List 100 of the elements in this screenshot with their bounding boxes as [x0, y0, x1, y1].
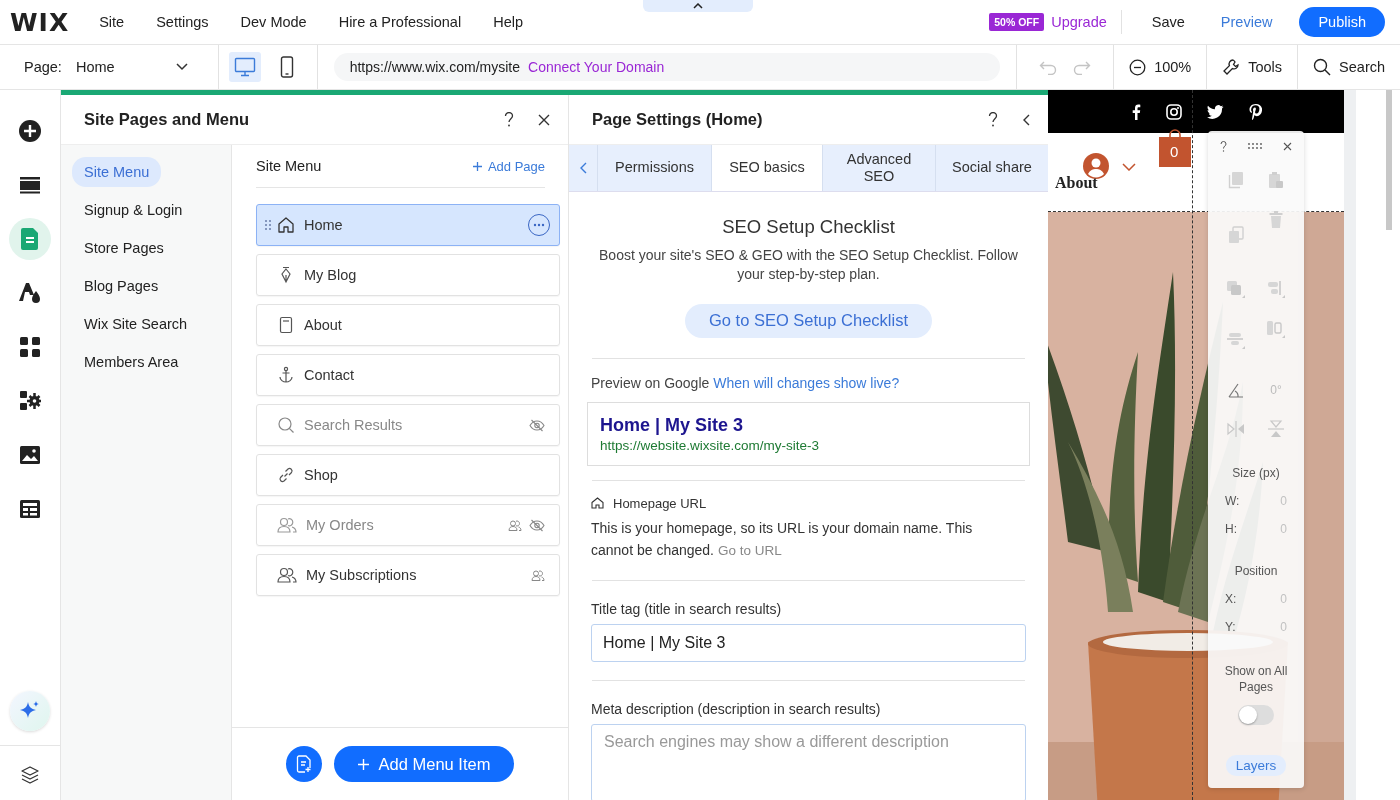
scrollbar[interactable] [1386, 90, 1392, 230]
tab[interactable]: SEO basics [712, 145, 823, 191]
preview-title: Home | My Site 3 [600, 414, 745, 436]
zoom-button[interactable]: 100% [1114, 45, 1207, 89]
squares-gear-icon [19, 390, 41, 412]
tab[interactable]: Social share [936, 145, 1048, 191]
category-item[interactable]: Blog Pages [72, 271, 171, 301]
category-item[interactable]: Members Area [72, 347, 191, 377]
category-item[interactable]: Site Menu [72, 157, 162, 187]
search-icon [1313, 58, 1332, 76]
meta-description-field[interactable]: Search engines may show a different description [591, 723, 1026, 800]
page-item[interactable]: Search Results [256, 404, 560, 446]
close-icon[interactable] [1283, 141, 1292, 151]
info-text: This is your homepage, so its URL is your domain name. This cannot be changed. Go to URL [591, 518, 974, 561]
page-item[interactable]: About [256, 304, 560, 346]
checklist-button[interactable]: Go to SEO Setup Checklist [685, 303, 932, 338]
hidden-eye-icon [529, 418, 545, 432]
upgrade-link[interactable]: Upgrade [1051, 14, 1107, 30]
drag-handle-icon[interactable] [265, 220, 271, 230]
text-drop-icon [17, 281, 43, 305]
members-icon [277, 516, 297, 534]
tab[interactable]: Advanced SEO [823, 145, 936, 191]
menu-item[interactable]: Site [99, 14, 125, 30]
checklist-title: SEO Setup Checklist [722, 216, 895, 238]
search-button[interactable]: Search [1298, 45, 1400, 89]
show-on-all-pages-toggle[interactable] [1238, 705, 1274, 726]
desktop-view-button[interactable] [228, 52, 261, 82]
go-to-url-link[interactable]: Go to URL [717, 543, 782, 559]
page-name: Contact [304, 367, 355, 383]
field-label: Homepage URL [613, 495, 707, 511]
page-icon [277, 316, 295, 334]
page-icon [20, 227, 40, 251]
promo-badge: 50% OFF [989, 13, 1045, 31]
add-menu-item-button[interactable]: Add Menu Item [333, 746, 515, 782]
angle-icon[interactable] [1228, 382, 1244, 398]
category-item[interactable]: Signup & Login [72, 195, 195, 225]
category-item[interactable]: Store Pages [72, 233, 176, 263]
page-plus-icon [295, 755, 312, 773]
help-link[interactable]: When will changes show live? [713, 374, 900, 391]
field-label: Meta description (description in search results) [591, 700, 882, 717]
connect-domain-link[interactable]: Connect Your Domain [528, 59, 665, 75]
page-item[interactable]: Contact [256, 354, 560, 396]
field-label: X: [1225, 592, 1237, 606]
ai-assistant-button[interactable] [10, 691, 50, 731]
help-icon[interactable] [504, 112, 514, 127]
pages-rail-button[interactable] [9, 218, 51, 260]
title-tag-field[interactable]: Home | My Site 3 [591, 623, 1026, 662]
page-name: Shop [304, 467, 339, 483]
page-name: Home [304, 217, 344, 233]
chevron-down-icon[interactable] [1122, 163, 1136, 171]
add-page-link[interactable]: Add Page [472, 158, 545, 174]
add-page-button[interactable] [285, 746, 322, 782]
site-nav-link[interactable]: About [1055, 173, 1098, 192]
image-icon [19, 445, 41, 465]
save-button[interactable]: Save [1138, 14, 1198, 30]
instagram-icon[interactable] [1165, 103, 1182, 120]
menu-item[interactable]: Settings [156, 14, 209, 30]
field-label: Title tag (title in search results) [591, 600, 783, 617]
toggle-label: Show on All Pages [1223, 664, 1289, 696]
page-item[interactable]: My Orders [256, 504, 560, 546]
wrench-icon [1222, 58, 1241, 76]
layers-button[interactable]: Layers [1225, 755, 1287, 777]
bird-icon[interactable] [1206, 104, 1224, 119]
preview-button[interactable]: Preview [1207, 14, 1286, 30]
menu-item[interactable]: Hire a Professional [338, 14, 462, 30]
sections-icon [19, 176, 41, 194]
page-name: About [304, 317, 343, 333]
chevron-down-icon [175, 63, 188, 71]
menu-item[interactable]: Help [493, 14, 523, 30]
anchor-icon [277, 366, 295, 384]
tools-button[interactable]: Tools [1207, 45, 1298, 89]
close-icon[interactable] [538, 113, 550, 126]
publish-button[interactable]: Publish [1299, 7, 1385, 37]
wix-logo[interactable]: WIX [10, 7, 70, 37]
drag-handle-icon[interactable] [1248, 143, 1262, 149]
page-name: My Subscriptions [306, 567, 418, 583]
category-item[interactable]: Wix Site Search [72, 309, 200, 339]
help-icon[interactable] [988, 112, 998, 127]
list-heading: Site Menu [256, 158, 322, 174]
ellipsis-icon [533, 223, 545, 227]
mobile-icon [279, 56, 294, 78]
back-icon[interactable] [1022, 113, 1030, 126]
field-label: Preview on Google [591, 374, 710, 391]
page-name: My Blog [304, 267, 358, 283]
checklist-description: Boost your site's SEO & GEO with the SEO Setup Checklist. Follow your step-by-step plan. [598, 246, 1019, 284]
page-item[interactable]: Home [256, 204, 560, 246]
pinterest-icon[interactable] [1248, 103, 1262, 120]
page-item[interactable]: Shop [256, 454, 560, 496]
zoom-out-icon [1129, 58, 1147, 76]
page-item[interactable]: My Subscriptions [256, 554, 560, 596]
menu-item[interactable]: Dev Mode [240, 14, 307, 30]
plus-icon [357, 758, 369, 770]
layers-icon [20, 765, 40, 785]
facebook-icon[interactable] [1130, 103, 1141, 120]
hidden-eye-icon [529, 518, 545, 532]
page-item[interactable]: My Blog [256, 254, 560, 296]
page-dropdown[interactable]: Page: Home [0, 59, 218, 75]
url-bar[interactable]: https://www.wix.com/mysite Connect Your Domain [333, 53, 1001, 81]
shopping-bag-icon[interactable] [1159, 129, 1191, 167]
preview-url: https://website.wixsite.com/my-site-3 [600, 437, 821, 453]
